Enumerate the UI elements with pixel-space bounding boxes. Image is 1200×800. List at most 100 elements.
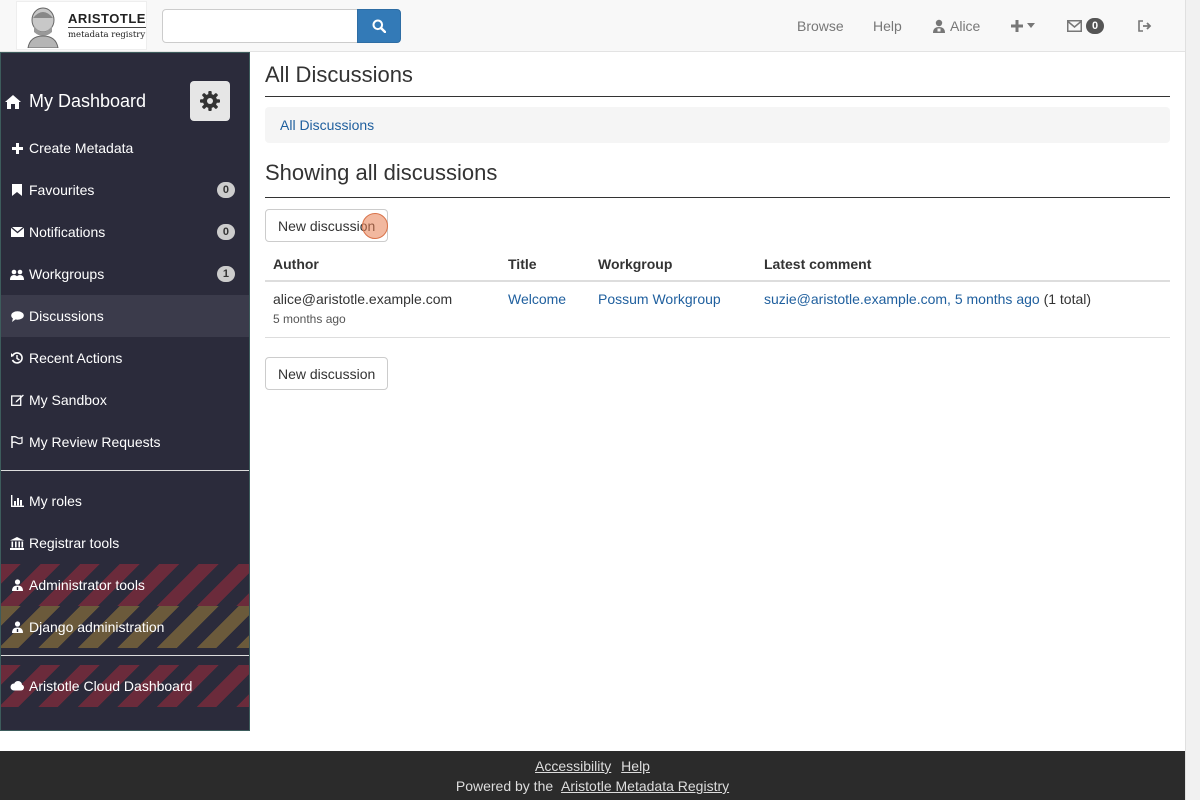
- sidebar-item-my-roles[interactable]: My roles: [1, 480, 249, 522]
- plus-icon: [10, 141, 24, 155]
- author-time: 5 months ago: [273, 312, 346, 326]
- inbox-count-badge: 0: [1086, 18, 1105, 34]
- breadcrumb-all-discussions[interactable]: All Discussions: [280, 117, 374, 133]
- sidebar-item-label: Registrar tools: [29, 535, 120, 551]
- sidebar-divider: [1, 470, 249, 471]
- search-button[interactable]: [357, 9, 401, 43]
- edit-icon: [10, 393, 24, 407]
- sidebar-item-discussions[interactable]: Discussions: [1, 295, 249, 337]
- sidebar-item-label: Workgroups: [29, 266, 105, 282]
- home-icon: [5, 94, 21, 109]
- sidebar-item-my-sandbox[interactable]: My Sandbox: [1, 379, 249, 421]
- inbox-link[interactable]: 0: [1067, 18, 1105, 34]
- gear-icon: [200, 91, 220, 111]
- section-rule: [265, 197, 1170, 198]
- users-icon: [10, 267, 24, 281]
- sidebar-item-registrar-tools[interactable]: Registrar tools: [1, 522, 249, 564]
- create-menu[interactable]: [1011, 20, 1035, 32]
- sidebar-item-aristotle-cloud-dashboard[interactable]: Aristotle Cloud Dashboard: [1, 665, 249, 707]
- cell-latest-comment: suzie@aristotle.example.com, 5 months ag…: [756, 281, 1170, 338]
- search-icon: [372, 19, 386, 33]
- discussions-table: Author Title Workgroup Latest comment al…: [265, 248, 1170, 338]
- sidebar-item-label: Administrator tools: [29, 577, 145, 593]
- sidebar-item-label: Aristotle Cloud Dashboard: [29, 678, 193, 694]
- new-discussion-button-bottom[interactable]: New discussion: [265, 357, 389, 390]
- sidebar-item-label: Django administration: [29, 619, 165, 635]
- aristotle-bust-icon: [22, 3, 64, 48]
- caret-down-icon: [1027, 23, 1035, 28]
- bank-icon: [10, 536, 24, 550]
- sidebar-divider: [1, 655, 249, 656]
- user-md-icon: [10, 620, 24, 634]
- sidebar-item-label: My Review Requests: [29, 434, 161, 450]
- sidebar-item-label: Favourites: [29, 182, 95, 198]
- sidebar-item-label: My roles: [29, 493, 82, 509]
- favourites-count-badge: 0: [216, 182, 235, 198]
- logo-text: ARISTOTLE metadata registry: [68, 11, 146, 40]
- sidebar-item-workgroups[interactable]: Workgroups 1: [1, 253, 249, 295]
- sidebar-item-administrator-tools[interactable]: Administrator tools: [1, 564, 249, 606]
- column-header-latest-comment: Latest comment: [756, 248, 1170, 282]
- sidebar-item-notifications[interactable]: Notifications 0: [1, 211, 249, 253]
- bookmark-icon: [10, 183, 24, 197]
- sidebar-item-recent-actions[interactable]: Recent Actions: [1, 337, 249, 379]
- settings-button[interactable]: [190, 81, 230, 121]
- sign-out-icon: [1138, 20, 1152, 32]
- comment-total: (1 total): [1043, 291, 1092, 307]
- discussion-title-link[interactable]: Welcome: [508, 291, 566, 307]
- cell-author: alice@aristotle.example.com 5 months ago: [265, 281, 500, 338]
- section-title: Showing all discussions: [265, 160, 498, 185]
- chart-icon: [10, 494, 24, 508]
- click-indicator: [362, 213, 388, 239]
- sidebar: My Dashboard Create Metadata Favourites …: [0, 52, 250, 731]
- envelope-icon: [1067, 20, 1082, 32]
- sidebar-item-label: Recent Actions: [29, 350, 123, 366]
- accessibility-link[interactable]: Accessibility: [535, 758, 611, 774]
- sidebar-item-label: My Sandbox: [29, 392, 107, 408]
- search-input[interactable]: [162, 9, 358, 43]
- sidebar-item-django-administration[interactable]: Django administration: [1, 606, 249, 648]
- logo-subtitle: metadata registry: [68, 30, 146, 40]
- footer-help-link[interactable]: Help: [621, 758, 650, 774]
- user-icon: [933, 19, 945, 33]
- dashboard-link[interactable]: My Dashboard: [5, 91, 146, 112]
- cloud-icon: [10, 679, 24, 693]
- author-email: alice@aristotle.example.com: [273, 291, 453, 307]
- sidebar-item-label: Discussions: [29, 308, 104, 324]
- user-menu[interactable]: Alice: [932, 18, 980, 34]
- sidebar-item-my-review-requests[interactable]: My Review Requests: [1, 421, 249, 463]
- workgroup-link[interactable]: Possum Workgroup: [598, 291, 721, 307]
- user-name: Alice: [950, 18, 981, 34]
- sidebar-item-label: Notifications: [29, 224, 106, 240]
- plus-icon: [1011, 20, 1023, 32]
- logout-link[interactable]: [1138, 20, 1152, 32]
- history-icon: [10, 351, 24, 365]
- sidebar-item-favourites[interactable]: Favourites 0: [1, 169, 249, 211]
- powered-by-text: Powered by the: [455, 778, 554, 794]
- latest-comment-link[interactable]: suzie@aristotle.example.com, 5 months ag…: [764, 291, 1040, 307]
- column-header-title: Title: [500, 248, 590, 282]
- sidebar-item-create-metadata[interactable]: Create Metadata: [1, 127, 249, 169]
- breadcrumb: All Discussions: [265, 107, 1170, 143]
- help-link[interactable]: Help: [873, 18, 902, 34]
- user-md-icon: [10, 578, 24, 592]
- comments-icon: [10, 309, 24, 323]
- column-header-workgroup: Workgroup: [590, 248, 756, 282]
- title-rule: [265, 96, 1170, 97]
- dashboard-title: My Dashboard: [29, 91, 147, 111]
- footer: Accessibility Help Powered by the Aristo…: [0, 751, 1185, 800]
- logo-title: ARISTOTLE: [68, 11, 146, 28]
- sidebar-item-label: Create Metadata: [29, 140, 134, 156]
- registry-link[interactable]: Aristotle Metadata Registry: [561, 778, 729, 794]
- table-header-row: Author Title Workgroup Latest comment: [265, 248, 1170, 282]
- aristotle-logo[interactable]: ARISTOTLE metadata registry: [16, 1, 147, 50]
- cell-title: Welcome: [500, 281, 590, 338]
- browse-link[interactable]: Browse: [797, 18, 844, 34]
- page-title: All Discussions: [265, 62, 413, 87]
- column-header-author: Author: [265, 248, 500, 282]
- vertical-scrollbar[interactable]: [1185, 0, 1200, 800]
- top-navbar: ARISTOTLE metadata registry Browse Help …: [0, 0, 1185, 52]
- workgroups-count-badge: 1: [216, 266, 235, 282]
- cell-workgroup: Possum Workgroup: [590, 281, 756, 338]
- flag-icon: [10, 435, 24, 449]
